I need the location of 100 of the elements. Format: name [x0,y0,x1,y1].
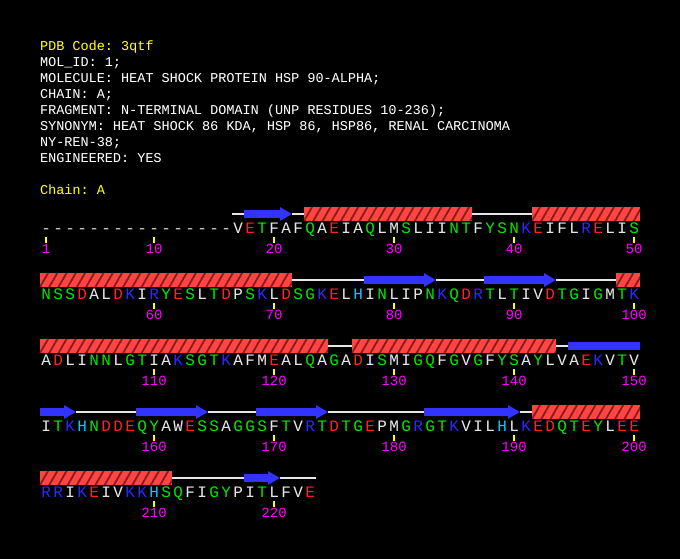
tick-mark [393,237,395,243]
residue-letter: E [532,221,544,237]
residue-letter: Q [448,287,460,303]
residue-letter: D [100,419,112,435]
residue-letter: D [352,353,364,369]
residue-letter: H [352,287,364,303]
coil-line [436,279,484,281]
strand-arrow [364,273,436,287]
residue-letter: L [508,419,520,435]
residue-letter: V [112,485,124,501]
residue-letter: - [172,221,184,237]
residue-letter: P [232,485,244,501]
residue-letter: L [388,287,400,303]
residue-letter: I [616,221,628,237]
coil-line [232,213,244,215]
residue-letter: K [436,287,448,303]
residue-letter: D [112,287,124,303]
residue-letter: T [556,287,568,303]
residue-letter: L [412,221,424,237]
residue-number: 150 [621,375,647,389]
residue-letter: - [160,221,172,237]
strand-arrow [244,207,292,221]
residue-letter: R [580,221,592,237]
residue-letter: K [316,287,328,303]
residue-letter: I [100,485,112,501]
residue-letter: L [604,419,616,435]
residue-letter: F [556,221,568,237]
residue-letter: F [268,419,280,435]
residue-letter: Y [496,353,508,369]
tick-mark [153,237,155,243]
tick-mark [633,369,635,375]
coil-line [208,411,256,413]
residue-letter: E [628,419,640,435]
residue-letter: S [292,287,304,303]
residue-letter: K [520,419,532,435]
residue-letter: S [184,353,196,369]
residue-letter: R [304,419,316,435]
residue-letter: D [544,287,556,303]
residue-letter: E [580,353,592,369]
residue-letter: G [568,287,580,303]
strand-arrow [40,405,76,419]
header-line: ENGINEERED: YES [40,152,162,168]
residue-letter: G [592,287,604,303]
residue-letter: G [400,419,412,435]
residue-letter: E [304,485,316,501]
header-line: FRAGMENT: N-TERMINAL DOMAIN (UNP RESIDUES 10-236); [40,104,446,120]
residue-letter: T [436,419,448,435]
residue-letter: Q [304,221,316,237]
residue-letter: K [256,287,268,303]
residue-letter: S [628,221,640,237]
strand-arrow [136,405,208,419]
residue-letter: L [100,287,112,303]
residue-number: 90 [506,309,522,323]
residue-letter: N [88,419,100,435]
residue-letter: G [232,419,244,435]
residue-letter: R [472,287,484,303]
chain-line: Chain: A [40,184,105,200]
tick-mark [393,303,395,309]
residue-letter: V [460,419,472,435]
residue-letter: S [196,419,208,435]
residue-letter: S [376,353,388,369]
residue-letter: Q [424,353,436,369]
header-line: CHAIN: A; [40,88,113,104]
tick-mark [273,369,275,375]
residue-letter: E [364,419,376,435]
residue-letter: P [232,287,244,303]
residue-letter: H [76,419,88,435]
residue-letter: K [448,419,460,435]
residue-letter: T [460,221,472,237]
residue-letter: L [196,287,208,303]
residue-letter: Q [172,485,184,501]
residue-letter: K [136,485,148,501]
residue-number: 60 [146,309,162,323]
residue-letter: T [508,287,520,303]
residue-letter: S [208,419,220,435]
residue-letter: I [544,221,556,237]
residue-letter: A [340,353,352,369]
residue-letter: A [568,353,580,369]
residue-letter: T [340,419,352,435]
residue-letter: Q [136,419,148,435]
residue-letter: I [472,419,484,435]
residue-letter: L [604,221,616,237]
residue-letter: - [208,221,220,237]
residue-number: 110 [141,375,167,389]
residue-letter: M [388,353,400,369]
residue-letter: F [244,353,256,369]
residue-letter: L [268,287,280,303]
residue-letter: - [112,221,124,237]
residue-letter: K [64,419,76,435]
residue-letter: G [124,353,136,369]
residue-letter: Y [220,485,232,501]
residue-letter: K [220,353,232,369]
residue-letter: - [40,221,52,237]
residue-letter: A [316,353,328,369]
residue-number: 130 [381,375,407,389]
residue-letter: - [52,221,64,237]
residue-letter: T [208,353,220,369]
residue-letter: V [604,353,616,369]
residue-letter: D [112,419,124,435]
residue-letter: I [40,419,52,435]
